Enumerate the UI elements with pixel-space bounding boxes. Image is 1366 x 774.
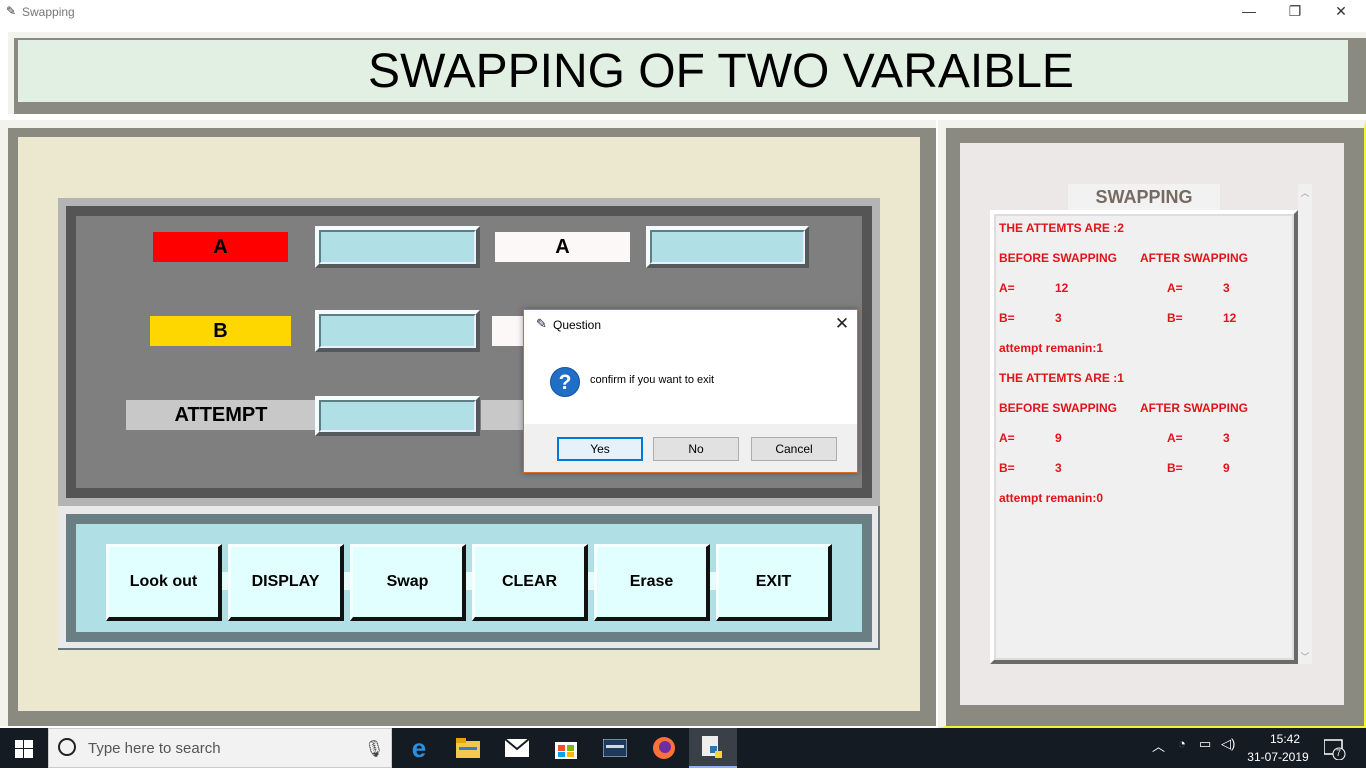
window-titlebar: ✎ Swapping — ❐ ✕ [0, 0, 1366, 24]
scroll-down-icon[interactable]: ﹀ [1298, 650, 1312, 663]
look-out-button[interactable]: Look out [106, 544, 222, 621]
yes-button[interactable]: Yes [557, 437, 643, 461]
clock-date[interactable]: 31-07-2019 [1246, 750, 1310, 764]
log-scrollbar[interactable]: ︿ ﹀ [1298, 184, 1312, 664]
mail-icon[interactable] [493, 728, 541, 768]
log-a-label: A= [1167, 431, 1183, 445]
file-explorer-icon[interactable] [444, 728, 492, 768]
log-line: THE ATTEMTS ARE :1 [999, 371, 1124, 385]
no-button[interactable]: No [653, 437, 739, 461]
question-icon: ? [550, 367, 580, 397]
log-title: SWAPPING [1068, 184, 1220, 210]
dialog-message: confirm if you want to exit [590, 374, 715, 386]
battery-icon[interactable]: ▭ [1199, 736, 1211, 752]
wifi-icon[interactable]: ◔ [1178, 736, 1186, 751]
scroll-up-icon[interactable]: ︿ [1298, 186, 1312, 199]
mysql-icon[interactable] [591, 728, 639, 768]
log-after-heading: AFTER SWAPPING [1140, 251, 1249, 265]
search-placeholder: Type here to search [88, 740, 221, 757]
python-icon[interactable] [689, 728, 737, 768]
swap-button[interactable]: Swap [350, 544, 466, 621]
label-a: A [153, 232, 288, 262]
log-a-label: A= [999, 281, 1015, 295]
entry-attempt[interactable] [315, 396, 480, 436]
log-a-before: 12 [1055, 281, 1069, 295]
entry-a[interactable] [315, 226, 480, 268]
feather-icon: ✎ [6, 4, 17, 18]
firefox-icon[interactable] [640, 728, 688, 768]
clear-button[interactable]: CLEAR [472, 544, 588, 621]
close-window-button[interactable]: ✕ [1318, 0, 1364, 24]
volume-icon[interactable]: ◁) [1221, 736, 1235, 752]
log-b-before: 3 [1055, 311, 1062, 325]
log-a-after: 3 [1223, 281, 1230, 295]
entry-a-after[interactable] [646, 226, 809, 268]
erase-button[interactable]: Erase [594, 544, 710, 621]
clock-time[interactable]: 15:42 [1264, 732, 1306, 746]
log-before-heading: BEFORE SWAPPING [999, 251, 1118, 265]
edge-icon[interactable]: e [395, 728, 443, 768]
exit-button[interactable]: EXIT [716, 544, 832, 621]
log-b-before: 3 [1055, 461, 1062, 475]
log-a-label: A= [1167, 281, 1183, 295]
log-line: attempt remanin:0 [999, 491, 1104, 505]
log-b-after: 12 [1223, 311, 1237, 325]
log-textbox[interactable] [996, 216, 1292, 658]
notification-count: 7 [1336, 748, 1342, 758]
feather-icon: ✎ [536, 316, 547, 331]
page-title: SWAPPING OF TWO VARAIBLE [368, 45, 1074, 98]
label-attempt: ATTEMPT [126, 400, 316, 430]
entry-b[interactable] [315, 310, 480, 352]
cortana-icon [58, 738, 76, 756]
exit-confirm-dialog: ✎ Question ✕ ? confirm if you want to ex… [523, 309, 858, 473]
window-title: Swapping [22, 5, 75, 19]
start-button[interactable] [0, 728, 48, 768]
display-button[interactable]: DISPLAY [228, 544, 344, 621]
log-b-label: B= [999, 461, 1015, 475]
log-a-after: 3 [1223, 431, 1230, 445]
restore-button[interactable]: ❐ [1272, 0, 1318, 24]
log-line: THE ATTEMTS ARE :2 [999, 221, 1124, 235]
label-b: B [150, 316, 291, 346]
cancel-button[interactable]: Cancel [751, 437, 837, 461]
tray-up-icon[interactable]: ︿ [1152, 736, 1165, 755]
log-b-label: B= [1167, 461, 1183, 475]
log-b-label: B= [1167, 311, 1183, 325]
log-a-label: A= [999, 431, 1015, 445]
label-a-after: A [495, 232, 630, 262]
log-after-heading: AFTER SWAPPING [1140, 401, 1249, 415]
log-a-before: 9 [1055, 431, 1062, 445]
log-before-heading: BEFORE SWAPPING [999, 401, 1118, 415]
log-line: attempt remanin:1 [999, 341, 1104, 355]
minimize-button[interactable]: — [1226, 0, 1272, 24]
store-icon[interactable] [542, 728, 590, 768]
dialog-close-button[interactable]: ✕ [829, 312, 855, 336]
notification-center-icon[interactable]: 7 [1323, 738, 1346, 761]
dialog-title: Question [553, 318, 602, 332]
log-b-after: 9 [1223, 461, 1230, 475]
log-b-label: B= [999, 311, 1015, 325]
windows-icon [15, 740, 33, 758]
microphone-icon[interactable]: 🎙 [364, 739, 384, 759]
